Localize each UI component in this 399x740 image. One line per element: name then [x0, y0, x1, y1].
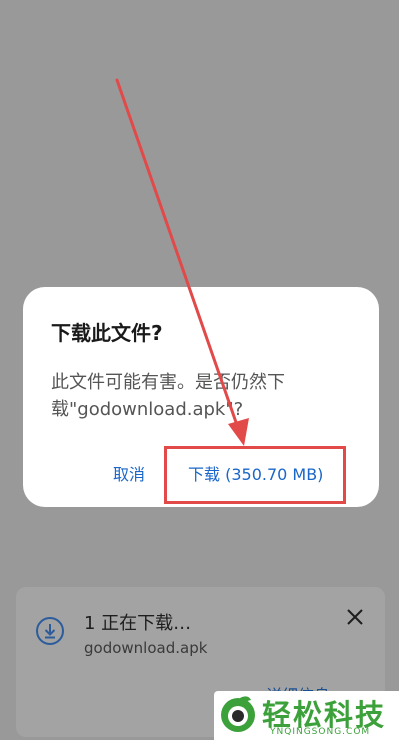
watermark: 轻松科技 YNQINGSONG.COM	[214, 691, 399, 740]
highlight-box	[164, 446, 346, 504]
watermark-site: YNQINGSONG.COM	[270, 727, 371, 737]
cancel-button[interactable]: 取消	[113, 461, 145, 485]
close-icon[interactable]	[345, 607, 365, 627]
dialog-title: 下载此文件?	[51, 321, 163, 345]
notification-title: 1 正在下载…	[84, 613, 192, 634]
logo-icon	[221, 696, 255, 732]
dialog-message: 此文件可能有害。是否仍然下载"godownload.apk"?	[51, 372, 285, 420]
download-icon	[36, 617, 64, 645]
notification-filename: godownload.apk	[84, 639, 208, 657]
